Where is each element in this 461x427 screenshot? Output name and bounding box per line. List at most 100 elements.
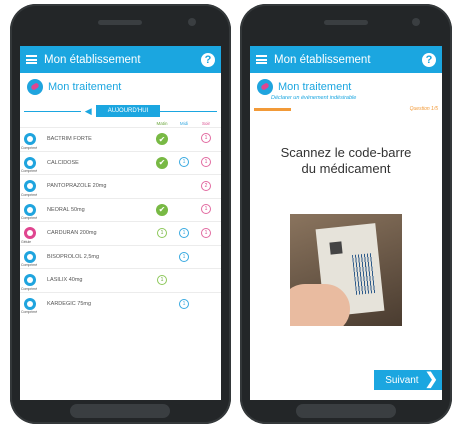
help-icon[interactable]: ? — [201, 52, 215, 67]
check-icon[interactable]: ✔ — [156, 156, 168, 169]
hamburger-icon[interactable] — [256, 55, 267, 64]
dose-slot — [173, 133, 195, 145]
dose-count-badge[interactable]: 1 — [201, 156, 211, 167]
dose-slot — [195, 252, 217, 262]
medication-name: BACTRIM FORTE — [47, 136, 92, 143]
dose-slot: 1 — [195, 156, 217, 169]
camera — [188, 18, 196, 26]
dose-slot — [151, 181, 173, 191]
medication-form: Comprimé — [21, 192, 38, 197]
medication-row[interactable]: Comprimé BISOPROLOL 2,5mg 1 — [20, 244, 221, 269]
medication-form: Gélule — [21, 239, 32, 244]
medication-name: LASILIX 40mg — [47, 277, 83, 284]
medication-form: Comprimé — [21, 216, 38, 220]
dose-count-badge[interactable]: 1 — [179, 251, 189, 262]
dose-slot — [151, 252, 173, 262]
hand — [290, 284, 350, 326]
arrow-left-icon[interactable]: ◀ — [85, 106, 92, 117]
dose-slot — [195, 275, 217, 285]
dose-count-badge[interactable]: 1 — [201, 228, 211, 239]
medication-icon — [24, 203, 36, 216]
section-subtitle: Déclarer un événement indésirable — [271, 95, 357, 101]
medication-name: CALCIDOSE — [47, 159, 79, 166]
dose-slot — [173, 204, 195, 216]
home-button[interactable] — [296, 404, 396, 418]
camera-preview — [290, 214, 402, 326]
column-head-evening: Soir — [201, 121, 210, 126]
medication-icon — [24, 297, 36, 310]
dose-slot: 2 — [195, 181, 217, 192]
dose-count-badge[interactable]: 1 — [179, 156, 189, 167]
dose-count-badge[interactable]: 1 — [157, 228, 167, 239]
medication-name: PANTOPRAZOLE 20mg — [47, 183, 107, 190]
dose-slot — [173, 275, 195, 285]
speaker — [324, 20, 368, 25]
dose-slots: 1 — [151, 251, 221, 262]
camera — [412, 18, 420, 26]
dose-slots: 1 1 1 — [151, 228, 221, 239]
medication-form: Comprimé — [21, 145, 38, 150]
chevron-right-icon: ❯ — [424, 371, 438, 388]
dose-slots: ✔ 1 — [151, 203, 221, 216]
dose-slots: 1 — [151, 275, 221, 286]
dose-slot — [173, 181, 195, 191]
app-bar: Mon établissement ? — [20, 46, 221, 73]
dose-slot: 1 — [151, 275, 173, 286]
medication-row[interactable]: Comprimé NEORAL 50mg ✔ 1 — [20, 197, 221, 222]
dose-slot: 1 — [195, 228, 217, 239]
speaker — [98, 20, 142, 25]
medication-row[interactable]: Comprimé KARDEGIC 75mg 1 — [20, 291, 221, 316]
hamburger-icon[interactable] — [26, 55, 37, 64]
dose-slot: 1 — [173, 298, 195, 309]
section-title: Mon traitement — [278, 81, 352, 93]
app-title: Mon établissement — [44, 53, 141, 66]
screen-treatment: Mon établissement ? Mon traitement ◀ AUJ… — [20, 46, 221, 400]
dose-count-badge[interactable]: 1 — [179, 298, 189, 309]
next-button-label: Suivant — [385, 374, 419, 386]
medication-icon — [24, 133, 36, 146]
app-title: Mon établissement — [274, 53, 371, 66]
next-button[interactable]: Suivant ❯ — [374, 370, 442, 390]
dose-count-badge[interactable]: 1 — [179, 228, 189, 239]
medication-form: Comprimé — [21, 286, 38, 291]
today-button[interactable]: AUJOURD'HUI — [95, 105, 161, 117]
medication-icon — [24, 250, 36, 263]
dose-slot: 1 — [151, 228, 173, 239]
qr-code — [329, 241, 343, 255]
medication-icon — [24, 274, 36, 287]
barcode — [351, 253, 377, 295]
medication-row[interactable]: Gélule CARDURAN 200mg 1 1 1 — [20, 221, 221, 245]
scan-line-1: Scannez le code-barre — [280, 145, 412, 160]
medication-form: Comprimé — [21, 263, 38, 267]
medication-name: KARDEGIC 75mg — [47, 300, 92, 307]
dose-count-badge[interactable]: 1 — [157, 275, 167, 286]
scan-instruction: Scannez le code-barre du médicament — [250, 145, 442, 177]
dose-slot: 1 — [195, 203, 217, 216]
dose-slot — [151, 299, 173, 309]
medication-row[interactable]: Comprimé PANTOPRAZOLE 20mg 2 — [20, 174, 221, 198]
screen-scan: Mon établissement ? Mon traitement Décla… — [250, 46, 442, 400]
divider — [160, 110, 217, 112]
medication-row[interactable]: Comprimé LASILIX 40mg 1 — [20, 268, 221, 292]
check-icon[interactable]: ✔ — [156, 203, 168, 216]
dose-count-badge[interactable]: 1 — [201, 203, 211, 214]
medication-name: NEORAL 50mg — [47, 206, 85, 213]
dose-slots: ✔ 1 1 — [151, 156, 221, 169]
medication-icon — [24, 227, 36, 240]
section-header: Mon traitement — [20, 73, 221, 99]
medication-row[interactable]: Comprimé BACTRIM FORTE ✔ 1 — [20, 127, 221, 151]
help-icon[interactable]: ? — [422, 52, 436, 67]
dose-count-badge[interactable]: 2 — [201, 181, 211, 192]
check-icon[interactable]: ✔ — [156, 133, 168, 146]
medication-row[interactable]: Comprimé CALCIDOSE ✔ 1 1 — [20, 150, 221, 175]
home-button[interactable] — [70, 404, 170, 418]
dose-count-badge[interactable]: 1 — [201, 133, 211, 144]
progress: Question 1/5 — [254, 105, 438, 119]
column-headers: Matin Midi Soir — [20, 121, 221, 126]
divider — [24, 110, 81, 112]
dose-slot: ✔ — [151, 203, 173, 216]
dose-slot: ✔ — [151, 133, 173, 146]
app-bar: Mon établissement ? — [250, 46, 442, 73]
dose-slots: ✔ 1 — [151, 133, 221, 146]
column-head-morning: Matin — [156, 121, 168, 126]
